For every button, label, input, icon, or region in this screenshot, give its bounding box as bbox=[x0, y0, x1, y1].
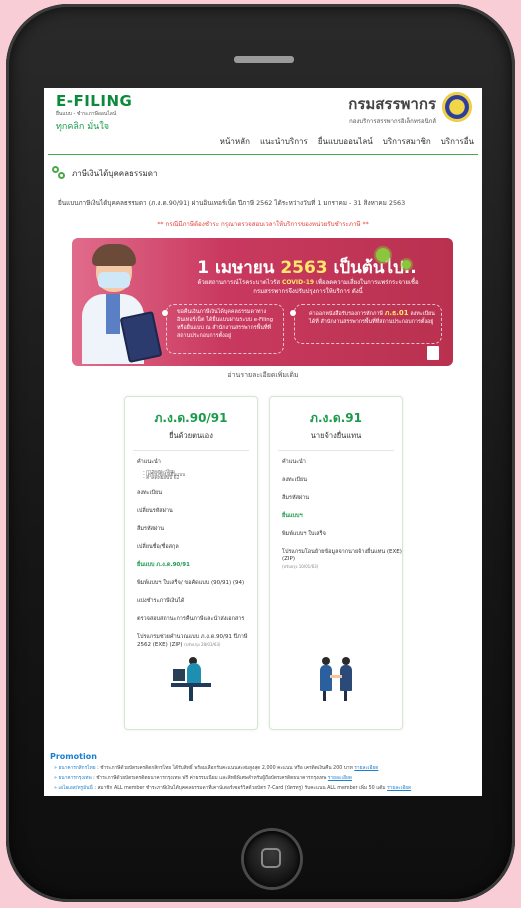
menu-transfer-program[interactable]: โปรแกรมโอนย้ายข้อมูลจากนายจ้างยื่นแทน (E… bbox=[282, 549, 402, 571]
promo-item: » เอไอเอส/ทรูมันนี่ : สมาชิก ALL member … bbox=[54, 786, 412, 791]
menu-refund-status[interactable]: ตรวจสอบสถานะการคืนภาษีและนำส่งเอกสาร bbox=[137, 616, 257, 623]
rd-logo[interactable]: กรมสรรพากร กองบริการสรรพากรอิเล็กทรอนิกส… bbox=[272, 92, 472, 126]
efiling-slogan: ทุกคลิก มั่นใจ bbox=[56, 122, 109, 132]
banner-subtitle: ด้วยสถานการณ์โรคระบาดไวรัส COVID-19 เพื่… bbox=[197, 279, 419, 295]
card-pnd-91: ภ.ง.ด.91 นายจ้างยื่นแทน คำแนะนำ ลงทะเบีย… bbox=[269, 396, 403, 730]
menu-forgot-password[interactable]: ลืมรหัสผ่าน bbox=[137, 526, 257, 533]
doctor-illustration bbox=[78, 244, 163, 364]
card-menu: คำแนะนำ ลงทะเบียน ลืมรหัสผ่าน ยื่นแบบฯ พ… bbox=[270, 451, 402, 571]
promo-more-link[interactable]: รายละเอียด bbox=[387, 786, 411, 791]
banner-right-note: ค่าออกหนังสือรับรองการหักภาษี ภ.ธ.01 ลงท… bbox=[294, 304, 442, 344]
menu-print-receipt[interactable]: พิมพ์แบบฯ ใบเสร็จ bbox=[282, 531, 402, 538]
efiling-subtitle: ยื่นแบบ - ชำระภาษีออนไลน์ bbox=[56, 111, 117, 117]
card-form-desc: ยื่นด้วยตนเอง bbox=[169, 431, 213, 440]
section-heading: ภาษีเงินได้บุคคลธรรมดา bbox=[52, 166, 158, 180]
promotion-list: » ธนาคารกสิกรไทย : ชำระภาษีด้วยบัตรเครดิ… bbox=[54, 764, 478, 794]
menu-print-receipt[interactable]: พิมพ์แบบฯ ใบเสร็จ/ ขอคัดแบบ (90/91) (94) bbox=[137, 580, 257, 587]
card-pnd-90-91: ภ.ง.ด.90/91 ยื่นด้วยตนเอง คำแนะนำ - การล… bbox=[124, 396, 258, 730]
payment-warning: ** กรณีมีภาษีต้องชำระ กรุณาตรวจสอบเวลาให… bbox=[157, 221, 369, 228]
menu-calc-program[interactable]: โปรแกรมช่วยคำนวณแบบ ภ.ง.ด.90/91 ปีภาษี 2… bbox=[137, 634, 257, 649]
bullet-dot bbox=[162, 310, 168, 316]
card-form-desc: นายจ้างยื่นแทน bbox=[310, 431, 362, 440]
header-divider bbox=[48, 154, 478, 155]
efiling-logo[interactable]: E-FILING ยื่นแบบ - ชำระภาษีออนไลน์ ทุกคล… bbox=[56, 92, 136, 133]
promo-more-link[interactable]: รายละเอียด bbox=[328, 776, 352, 781]
government-seal-icon bbox=[442, 92, 472, 122]
nav-file-online[interactable]: ยื่นแบบออนไลน์ bbox=[318, 135, 373, 148]
employer-filing-illustration bbox=[314, 657, 358, 701]
bullet-dot bbox=[290, 310, 296, 316]
menu-guide-deduction[interactable]: - ค่าลดหย่อนปี 62 bbox=[143, 475, 257, 482]
covid-banner[interactable]: 1 เมษายน 2563 เป็นต้นไป.. ด้วยสถานการณ์โ… bbox=[72, 238, 453, 366]
section-leaf-icon bbox=[52, 166, 66, 180]
promo-item: » ธนาคารกสิกรไทย : ชำระภาษีด้วยบัตรเครดิ… bbox=[54, 766, 379, 771]
rd-subtitle: กองบริการสรรพากรอิเล็กทรอนิกส์ bbox=[349, 118, 436, 125]
self-filing-illustration bbox=[171, 657, 211, 701]
menu-change-name[interactable]: เปลี่ยนชื่อ/ชื่อสกุล bbox=[137, 544, 257, 551]
top-nav: หน้าหลัก แนะนำบริการ ยื่นแบบออนไลน์ บริก… bbox=[220, 135, 474, 148]
banner-title: 1 เมษายน 2563 เป็นต้นไป.. bbox=[197, 258, 417, 278]
promo-item: » ธนาคารกรุงเทพ : ชำระภาษีด้วยบัตรเครดิต… bbox=[54, 776, 352, 781]
card-form-title: ภ.ง.ด.91 bbox=[310, 411, 362, 425]
filing-period: ยื่นแบบภาษีเงินได้บุคคลธรรมดา (ภ.ง.ด.90/… bbox=[58, 199, 406, 207]
rd-title: กรมสรรพากร bbox=[348, 95, 436, 113]
card-form-title: ภ.ง.ด.90/91 bbox=[154, 411, 228, 425]
menu-file-return[interactable]: ยื่นแบบฯ bbox=[282, 513, 402, 520]
nav-services[interactable]: แนะนำบริการ bbox=[260, 135, 308, 148]
menu-file-return[interactable]: ยื่นแบบ ภ.ง.ด.90/91 bbox=[137, 562, 257, 569]
menu-forgot-password[interactable]: ลืมรหัสผ่าน bbox=[282, 495, 402, 502]
nav-member[interactable]: บริการสมาชิก bbox=[383, 135, 431, 148]
section-title: ภาษีเงินได้บุคคลธรรมดา bbox=[72, 168, 158, 178]
menu-installment[interactable]: แบ่งชำระภาษีเงินได้ bbox=[137, 598, 257, 605]
promo-more-link[interactable]: รายละเอียด bbox=[354, 766, 378, 771]
home-button-icon[interactable] bbox=[244, 831, 300, 887]
menu-register[interactable]: ลงทะเบียน bbox=[137, 490, 257, 497]
menu-guide[interactable]: คำแนะนำ bbox=[137, 459, 257, 466]
menu-register[interactable]: ลงทะเบียน bbox=[282, 477, 402, 484]
document-icon bbox=[427, 346, 439, 360]
phone-frame: E-FILING ยื่นแบบ - ชำระภาษีออนไลน์ ทุกคล… bbox=[6, 4, 515, 902]
card-menu: คำแนะนำ - การลงทะเบียน - เตรียมข้อมูลยื่… bbox=[125, 451, 257, 649]
read-more-link[interactable]: อ่านรายละเอียดเพิ่มเติม bbox=[44, 370, 482, 381]
nav-other[interactable]: บริการอื่น bbox=[441, 135, 474, 148]
covid-virus-icon bbox=[402, 260, 411, 269]
speaker-slot bbox=[234, 56, 294, 63]
menu-guide[interactable]: คำแนะนำ bbox=[282, 459, 402, 466]
efiling-title: E-FILING bbox=[56, 92, 133, 110]
promotion-title: Promotion bbox=[50, 752, 97, 761]
screen: E-FILING ยื่นแบบ - ชำระภาษีออนไลน์ ทุกคล… bbox=[44, 88, 482, 796]
nav-home[interactable]: หน้าหลัก bbox=[220, 135, 250, 148]
covid-virus-icon bbox=[376, 248, 390, 262]
banner-left-note: ขอคืนเงินภาษีเงินได้บุคคลธรรมดาทางอินเทอ… bbox=[166, 304, 284, 354]
menu-change-password[interactable]: เปลี่ยนรหัสผ่าน bbox=[137, 508, 257, 515]
